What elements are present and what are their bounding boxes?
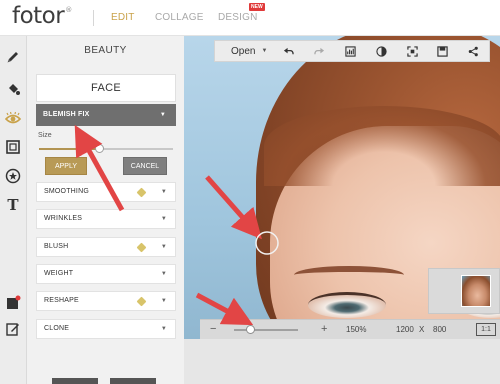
size-label: Size [38, 132, 52, 139]
compare-icon[interactable] [366, 45, 397, 57]
feature-wrinkles[interactable]: WRINKLES ▼ [36, 209, 176, 229]
nav-edit-tab[interactable]: EDIT [111, 12, 135, 23]
share-icon[interactable] [458, 46, 489, 57]
feature-label: WEIGHT [44, 270, 74, 277]
editor-workspace: Open ▼ − + 150% 1200 X 800 1:1 [184, 36, 500, 384]
edit-note-icon[interactable] [4, 320, 22, 338]
chevron-down-icon: ▼ [160, 326, 167, 332]
feature-label: WRINKLES [44, 215, 83, 222]
photo-hairline [264, 106, 500, 186]
chevron-down-icon: ▼ [160, 189, 167, 195]
blemish-fix-label: BLEMISH FIX [43, 111, 90, 118]
chevron-down-icon: ▼ [160, 244, 167, 250]
dimension-separator: X [419, 325, 425, 334]
size-slider[interactable] [39, 144, 173, 153]
photo-eyebrow [294, 266, 404, 284]
chevron-down-icon: ▼ [160, 271, 167, 277]
paint-bucket-icon[interactable] [4, 80, 22, 98]
zoom-in-button[interactable]: + [321, 323, 327, 335]
flag-icon[interactable] [4, 294, 22, 312]
chevron-down-icon: ▼ [160, 298, 167, 304]
beauty-panel: BEAUTY FACE BLEMISH FIX ▼ Size APPLY CAN… [27, 36, 184, 384]
image-height: 800 [433, 325, 447, 334]
logo-registered-mark: ® [65, 6, 72, 14]
feature-label: BLUSH [44, 243, 69, 250]
zoom-percent: 150% [346, 325, 367, 334]
panel-bottom-tab[interactable] [110, 378, 156, 384]
zoom-out-button[interactable]: − [210, 323, 216, 335]
logo-text: fotor [12, 3, 65, 29]
premium-diamond-icon [136, 296, 147, 307]
histogram-icon[interactable] [335, 45, 366, 57]
image-width: 1200 [396, 325, 414, 334]
zoom-slider-handle[interactable] [246, 325, 255, 334]
chevron-down-icon: ▼ [261, 48, 268, 54]
photo-eye [308, 292, 386, 318]
app-header: fotor® EDIT COLLAGE DESIGN NEW [0, 0, 500, 36]
panel-title: BEAUTY [84, 45, 127, 56]
apply-button[interactable]: APPLY [45, 157, 87, 175]
image-toolbar: Open ▼ [214, 40, 490, 62]
pencil-icon[interactable] [4, 48, 22, 66]
redo-icon[interactable] [304, 46, 335, 57]
workspace-footer [184, 339, 500, 384]
new-badge: NEW [249, 3, 265, 11]
zoom-slider[interactable] [234, 325, 298, 334]
navigator-thumbnail[interactable] [428, 268, 500, 314]
eye-icon[interactable] [4, 110, 22, 128]
blemish-fix-dropdown[interactable]: BLEMISH FIX ▼ [36, 104, 176, 126]
cancel-button[interactable]: CANCEL [123, 157, 167, 175]
premium-diamond-icon [136, 242, 147, 253]
size-slider-handle[interactable] [95, 144, 105, 153]
nav-design-tab[interactable]: DESIGN [218, 12, 258, 23]
undo-icon[interactable] [273, 46, 304, 57]
chevron-down-icon: ▼ [160, 216, 167, 222]
face-section-header[interactable]: FACE [36, 74, 176, 102]
chevron-down-icon: ▼ [159, 112, 166, 118]
header-divider [93, 10, 94, 26]
thumbnail-image [461, 275, 491, 307]
open-label: Open [231, 45, 256, 57]
feature-label: CLONE [44, 325, 70, 332]
frame-icon[interactable] [4, 138, 22, 156]
zoom-bar: − + 150% 1200 X 800 1:1 [200, 319, 500, 339]
fit-screen-icon[interactable] [397, 45, 428, 57]
feature-blush[interactable]: BLUSH ▼ [36, 237, 176, 257]
feature-clone[interactable]: CLONE ▼ [36, 319, 176, 339]
feature-reshape[interactable]: RESHAPE ▼ [36, 291, 176, 311]
size-slider-fill [39, 148, 100, 150]
save-icon[interactable] [427, 45, 458, 57]
open-dropdown[interactable]: Open ▼ [215, 46, 273, 57]
sticker-star-icon[interactable] [4, 167, 22, 185]
fotor-logo[interactable]: fotor® [12, 3, 72, 29]
feature-smoothing[interactable]: SMOOTHING ▼ [36, 182, 176, 202]
premium-diamond-icon [136, 187, 147, 198]
feature-label: SMOOTHING [44, 188, 89, 195]
left-toolbar: T [0, 36, 27, 384]
feature-label: RESHAPE [44, 297, 79, 304]
feature-weight[interactable]: WEIGHT ▼ [36, 264, 176, 284]
nav-collage-tab[interactable]: COLLAGE [155, 12, 204, 23]
actual-size-button[interactable]: 1:1 [476, 323, 496, 336]
text-icon[interactable]: T [4, 196, 22, 214]
panel-bottom-tab[interactable] [52, 378, 98, 384]
